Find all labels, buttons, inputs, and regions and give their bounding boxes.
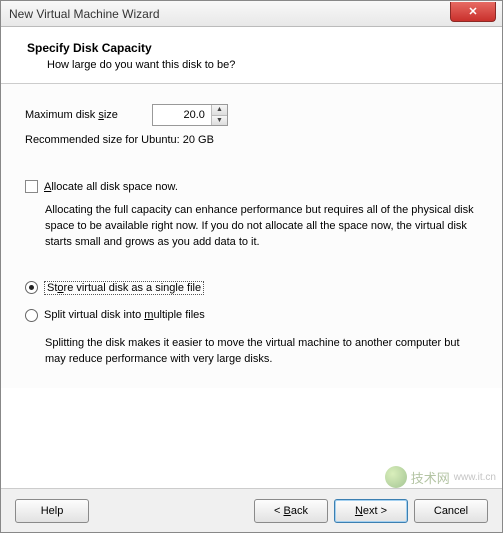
back-button[interactable]: < Back [254, 499, 328, 523]
close-button[interactable]: ✕ [450, 2, 496, 22]
allocate-now-checkbox[interactable]: Allocate all disk space now. [25, 180, 478, 193]
wizard-footer: Help < Back Next > Cancel [1, 488, 502, 532]
disk-size-input[interactable] [153, 105, 211, 125]
wizard-body: Maximum disk size ▲ ▼ Recommended size f… [1, 84, 502, 388]
split-multiple-files-label: Split virtual disk into multiple files [44, 309, 205, 321]
split-multiple-files-radio[interactable]: Split virtual disk into multiple files [25, 309, 478, 322]
checkbox-icon [25, 180, 38, 193]
next-label: Next > [355, 505, 387, 517]
wizard-window: New Virtual Machine Wizard ✕ Specify Dis… [0, 0, 503, 533]
radio-icon [25, 309, 38, 322]
disk-size-label: Maximum disk size [25, 109, 118, 121]
window-title: New Virtual Machine Wizard [9, 7, 160, 21]
watermark: 技术网 www.it.cn [385, 466, 496, 488]
help-button[interactable]: Help [15, 499, 89, 523]
allocate-now-label: Allocate all disk space now. [44, 181, 178, 193]
watermark-logo-icon [385, 466, 407, 488]
spinner-down[interactable]: ▼ [212, 116, 227, 126]
radio-icon [25, 281, 38, 294]
wizard-header: Specify Disk Capacity How large do you w… [1, 27, 502, 84]
spinner-buttons: ▲ ▼ [211, 105, 227, 125]
cancel-button[interactable]: Cancel [414, 499, 488, 523]
page-title: Specify Disk Capacity [27, 41, 482, 55]
titlebar: New Virtual Machine Wizard ✕ [1, 1, 502, 27]
next-button[interactable]: Next > [334, 499, 408, 523]
recommended-size: Recommended size for Ubuntu: 20 GB [25, 134, 478, 146]
disk-size-spinner[interactable]: ▲ ▼ [152, 104, 228, 126]
page-subtitle: How large do you want this disk to be? [27, 59, 482, 71]
back-label: < Back [274, 505, 308, 517]
split-description: Splitting the disk makes it easier to mo… [25, 336, 478, 368]
store-single-file-radio[interactable]: Store virtual disk as a single file [25, 281, 478, 295]
close-icon: ✕ [468, 5, 477, 18]
spinner-up[interactable]: ▲ [212, 105, 227, 116]
disk-size-row: Maximum disk size ▲ ▼ [25, 104, 478, 126]
allocate-description: Allocating the full capacity can enhance… [25, 203, 478, 251]
store-single-file-label: Store virtual disk as a single file [44, 281, 204, 295]
